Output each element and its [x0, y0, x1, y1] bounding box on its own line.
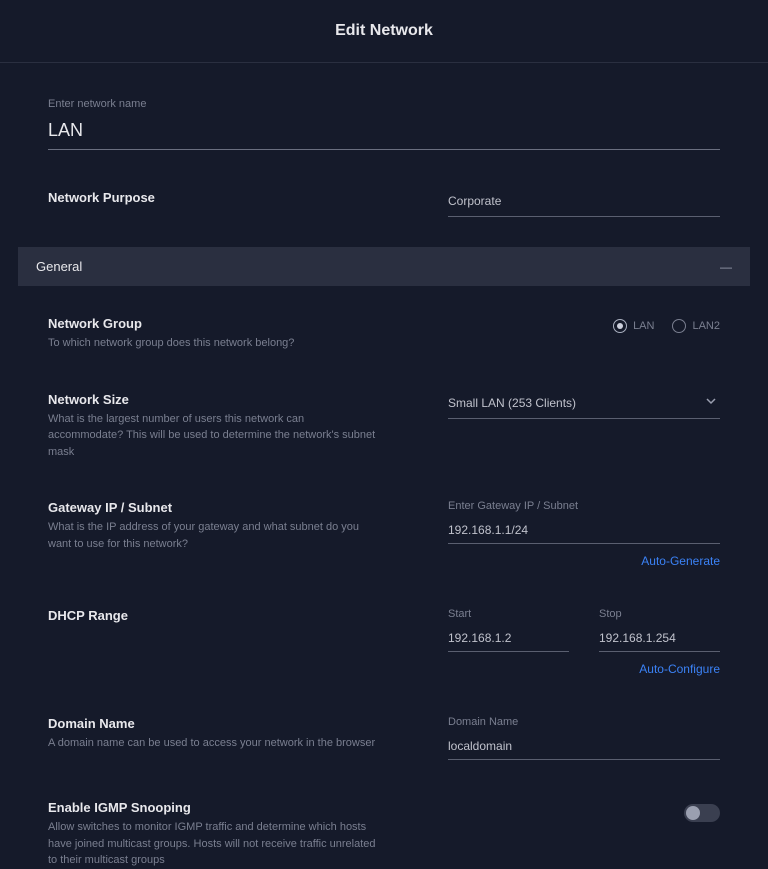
collapse-icon: —: [720, 260, 732, 274]
network-group-radio-group: LAN LAN2: [448, 316, 720, 333]
igmp-toggle[interactable]: [684, 804, 720, 822]
radio-circle-icon: [672, 319, 686, 333]
dhcp-stop-input[interactable]: [599, 628, 720, 652]
dhcp-row: DHCP Range Start Stop Auto-Configure: [18, 608, 750, 676]
dhcp-title: DHCP Range: [48, 608, 448, 623]
igmp-row: Enable IGMP Snooping Allow switches to m…: [18, 800, 750, 869]
network-size-row: Network Size What is the largest number …: [18, 392, 750, 461]
dhcp-start-label: Start: [448, 608, 569, 620]
network-name-section: Enter network name: [18, 63, 750, 150]
gateway-row: Gateway IP / Subnet What is the IP addre…: [18, 500, 750, 568]
domain-input-label: Domain Name: [448, 716, 720, 728]
gateway-desc: What is the IP address of your gateway a…: [48, 519, 378, 552]
general-section-header[interactable]: General —: [18, 247, 750, 286]
radio-lan-label: LAN: [633, 320, 654, 332]
gateway-input[interactable]: [448, 520, 720, 544]
dhcp-start-input[interactable]: [448, 628, 569, 652]
page-title: Edit Network: [0, 22, 768, 40]
network-group-title: Network Group: [48, 316, 448, 331]
domain-desc: A domain name can be used to access your…: [48, 735, 378, 752]
network-size-title: Network Size: [48, 392, 448, 407]
network-group-row: Network Group To which network group doe…: [18, 316, 750, 352]
dhcp-stop-label: Stop: [599, 608, 720, 620]
igmp-title: Enable IGMP Snooping: [48, 800, 448, 815]
network-purpose-select[interactable]: Corporate: [448, 190, 720, 217]
network-group-desc: To which network group does this network…: [48, 335, 378, 352]
igmp-desc: Allow switches to monitor IGMP traffic a…: [48, 819, 378, 869]
auto-configure-link[interactable]: Auto-Configure: [448, 662, 720, 676]
network-size-select[interactable]: Small LAN (253 Clients): [448, 392, 720, 419]
gateway-title: Gateway IP / Subnet: [48, 500, 448, 515]
gateway-input-label: Enter Gateway IP / Subnet: [448, 500, 720, 512]
content: Enter network name Network Purpose Corpo…: [0, 63, 768, 869]
domain-input[interactable]: [448, 736, 720, 760]
network-purpose-row: Network Purpose Corporate: [18, 190, 750, 217]
radio-circle-icon: [613, 319, 627, 333]
general-section-title: General: [36, 259, 82, 274]
network-size-desc: What is the largest number of users this…: [48, 411, 378, 461]
radio-lan[interactable]: LAN: [613, 319, 654, 333]
auto-generate-link[interactable]: Auto-Generate: [448, 554, 720, 568]
domain-title: Domain Name: [48, 716, 448, 731]
radio-lan2[interactable]: LAN2: [672, 319, 720, 333]
page-header: Edit Network: [0, 0, 768, 63]
radio-lan2-label: LAN2: [692, 320, 720, 332]
network-name-label: Enter network name: [48, 98, 720, 110]
domain-row: Domain Name A domain name can be used to…: [18, 716, 750, 760]
toggle-knob: [686, 806, 700, 820]
network-purpose-title: Network Purpose: [48, 190, 448, 205]
network-name-input[interactable]: [48, 118, 720, 150]
